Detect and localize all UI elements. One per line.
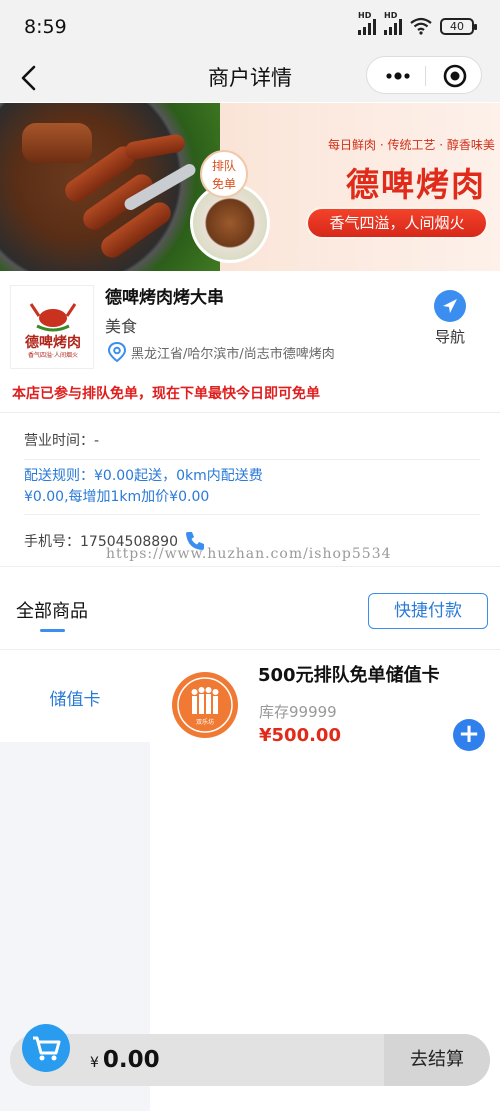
signal-hd-label: HD: [384, 11, 398, 20]
cart-bar: ¥ 0.00 去结算: [10, 1034, 490, 1086]
product-image-sub: 双乐坊: [196, 718, 214, 726]
signal-icon: HD: [384, 11, 402, 35]
banner-slogan: 每日鲜肉 · 传统工艺 · 醇香味美: [328, 138, 495, 152]
location-pin-icon: [107, 341, 127, 363]
divider: [24, 514, 480, 515]
divider: [0, 566, 500, 567]
shop-logo: 德啤烤肉 香气四溢·人间烟火: [10, 285, 94, 369]
product-price: ¥500.00: [259, 725, 341, 746]
product-stock: 库存99999: [259, 703, 337, 721]
product-name[interactable]: 500元排队免单储值卡: [258, 661, 440, 687]
promo-notice: 本店已参与排队免单，现在下单最快今日即可免单: [12, 386, 320, 402]
plus-icon: +: [458, 719, 480, 749]
shop-logo-text: 德啤烤肉: [25, 335, 81, 351]
cart-amount: 0.00: [102, 1047, 160, 1073]
cart-button[interactable]: [22, 1024, 70, 1072]
steak-image: [22, 123, 92, 163]
tab-all-products[interactable]: 全部商品: [16, 597, 88, 623]
signal-icon: HD: [358, 11, 376, 35]
navigate-label: 导航: [434, 328, 465, 346]
signal-hd-label: HD: [358, 11, 372, 20]
banner-brand: 德啤烤肉: [346, 165, 486, 204]
banner-pill: 香气四溢，人间烟火: [306, 207, 488, 239]
delivery-rules-line1: 配送规则：¥0.00起送，0km内配送费: [24, 468, 263, 484]
shop-address-text: 黑龙江省/哈尔滨市/尚志市德啤烤肉: [131, 346, 335, 362]
queue-free-badge: 排队 免单: [200, 150, 248, 198]
navigate-button[interactable]: 导航: [428, 290, 472, 347]
mini-program-capsule: [366, 56, 482, 94]
shop-category: 美食: [105, 317, 138, 336]
quick-pay-button[interactable]: 快捷付款: [368, 593, 488, 629]
nav-bar: 商户详情: [0, 56, 500, 102]
add-to-cart-button[interactable]: +: [453, 719, 485, 751]
wifi-icon: [410, 17, 432, 35]
shop-address: 黑龙江省/哈尔滨市/尚志市德啤烤肉: [107, 341, 335, 363]
delivery-rules: 配送规则：¥0.00起送，0km内配送费 ¥0.00,每增加1km加价¥0.00: [24, 466, 480, 508]
status-time: 8:59: [24, 16, 67, 38]
close-target-icon[interactable]: [442, 63, 468, 89]
double-happiness-logo-icon: 双乐坊: [177, 677, 233, 733]
cart-currency: ¥: [90, 1055, 99, 1071]
queue-free-badge-text: 排队 免单: [211, 159, 236, 191]
shop-logo-subtext: 香气四溢·人间烟火: [28, 352, 78, 359]
shop-banner: 排队 免单 每日鲜肉 · 传统工艺 · 醇香味美 德啤烤肉 香气四溢，人间烟火: [0, 103, 500, 271]
delivery-rules-line2: ¥0.00,每增加1km加价¥0.00: [24, 489, 210, 505]
shop-name: 德啤烤肉烤大串: [105, 288, 224, 308]
status-icons: HD HD 40: [358, 11, 477, 35]
category-label: 储值卡: [49, 690, 101, 710]
status-bar: 8:59 HD HD 40: [0, 0, 500, 56]
watermark-text: https://www.huzhan.com/ishop5534: [106, 546, 392, 562]
shopping-cart-icon: [33, 1036, 61, 1061]
battery-indicator: 40: [440, 17, 477, 35]
lobster-logo-icon: [29, 303, 77, 332]
navigation-arrow-icon: [434, 290, 466, 322]
capsule-divider: [425, 66, 426, 86]
cart-total: ¥ 0.00: [90, 1047, 160, 1073]
more-dots-icon[interactable]: [383, 65, 413, 87]
checkout-button[interactable]: 去结算: [384, 1034, 490, 1086]
divider: [0, 412, 500, 413]
product-image[interactable]: 双乐坊: [172, 672, 238, 738]
tab-active-indicator: [40, 629, 65, 632]
divider: [24, 459, 480, 460]
business-hours: 营业时间：-: [24, 433, 100, 449]
